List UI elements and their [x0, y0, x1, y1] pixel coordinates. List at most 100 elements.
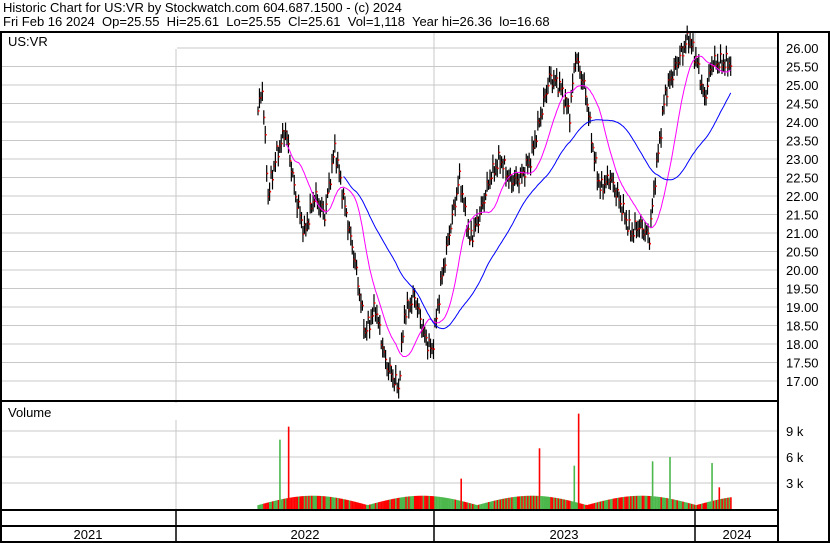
volume-bar [699, 503, 702, 509]
volume-bar [704, 502, 706, 509]
volume-bar [527, 495, 529, 509]
volume-bar [370, 504, 373, 509]
volume-bar [453, 499, 455, 509]
volume-tick-label: 9 k [786, 424, 804, 439]
volume-bar [727, 497, 729, 509]
volume-bar [295, 496, 297, 509]
volume-bar [408, 496, 410, 509]
volume-bar [595, 502, 597, 509]
volume-bar [425, 495, 428, 509]
volume-bar [448, 498, 451, 509]
volume-bar [692, 504, 694, 509]
volume-bar [650, 496, 652, 509]
volume-bar [698, 504, 700, 509]
volume-bar [659, 496, 661, 509]
volume-bar [598, 501, 600, 509]
volume-bar [618, 497, 621, 509]
volume-bar [312, 495, 315, 509]
volume-bar [688, 503, 690, 509]
volume-bar [711, 463, 713, 509]
volume-bar [472, 503, 474, 509]
volume-bar [583, 504, 586, 509]
volume-bar [559, 498, 561, 509]
volume-bar [296, 496, 299, 509]
volume-bar [315, 495, 317, 509]
volume-bar [701, 503, 703, 509]
price-tick-label: 25.00 [786, 78, 819, 93]
volume-bar [669, 456, 671, 509]
volume-bar [534, 495, 536, 509]
volume-bar [554, 497, 557, 509]
volume-bar [566, 500, 568, 509]
volume-bar [445, 497, 448, 509]
volume-bar [560, 498, 563, 509]
volume-bar [679, 500, 681, 509]
volume-bar [382, 501, 384, 509]
volume-bar [325, 496, 328, 509]
volume-bar [374, 502, 377, 509]
volume-bar [599, 501, 602, 509]
volume-bar [509, 497, 512, 509]
volume-bar [606, 499, 609, 509]
volume-bar [467, 502, 470, 509]
volume-bar [273, 500, 275, 509]
volume-bar [611, 498, 613, 509]
volume-bar [609, 499, 612, 509]
volume-bar [515, 496, 518, 509]
volume-bar [400, 497, 403, 509]
volume-bar [309, 495, 312, 509]
volume-bar [561, 499, 564, 509]
volume-bar [677, 500, 680, 509]
volume-bar [705, 502, 708, 509]
volume-bar [593, 503, 596, 509]
volume-bar [680, 501, 683, 509]
volume-bar [686, 502, 689, 509]
volume-bar [274, 500, 277, 509]
volume-bar [306, 495, 309, 509]
year-label: 2024 [723, 527, 752, 542]
volume-bar [631, 496, 634, 509]
volume-bar [348, 500, 351, 509]
volume-bar [589, 504, 592, 509]
volume-bar [267, 502, 270, 509]
price-tick-label: 18.00 [786, 337, 819, 352]
volume-bar [605, 500, 607, 509]
volume-bar [441, 497, 444, 509]
volume-bar [672, 499, 674, 509]
volume-bar [638, 495, 641, 509]
volume-bar [586, 504, 589, 509]
volume-bar [579, 503, 581, 509]
volume-bar [351, 501, 354, 509]
price-tick-label: 17.50 [786, 356, 819, 371]
volume-bar [302, 496, 304, 509]
volume-bar [602, 500, 605, 509]
volume-bar [405, 496, 407, 509]
volume-bar [293, 497, 296, 509]
volume-bar [389, 499, 391, 509]
volume-bar [393, 498, 396, 509]
volume-bar [540, 496, 542, 509]
price-tick-label: 22.00 [786, 189, 819, 204]
volume-bar [415, 495, 418, 509]
volume-tick-label: 6 k [786, 450, 804, 465]
volume-bar [321, 496, 323, 509]
price-tick-label: 24.00 [786, 115, 819, 130]
volume-bar [298, 496, 300, 509]
year-label: 2021 [74, 527, 103, 542]
volume-bar [525, 495, 528, 509]
volume-bar [280, 499, 283, 509]
volume-bar [369, 504, 371, 509]
volume-bar [514, 496, 516, 509]
volume-label: Volume [8, 405, 51, 420]
volume-bar [512, 497, 515, 509]
volume-bar [730, 497, 732, 509]
volume-bar [311, 495, 313, 509]
volume-bar [673, 499, 676, 509]
volume-bar [551, 497, 554, 509]
volume-bar [479, 504, 481, 509]
price-tick-label: 21.50 [786, 208, 819, 223]
volume-bar [612, 498, 615, 509]
volume-bar [444, 497, 447, 509]
volume-bar [303, 496, 306, 509]
volume-bar [266, 502, 268, 509]
